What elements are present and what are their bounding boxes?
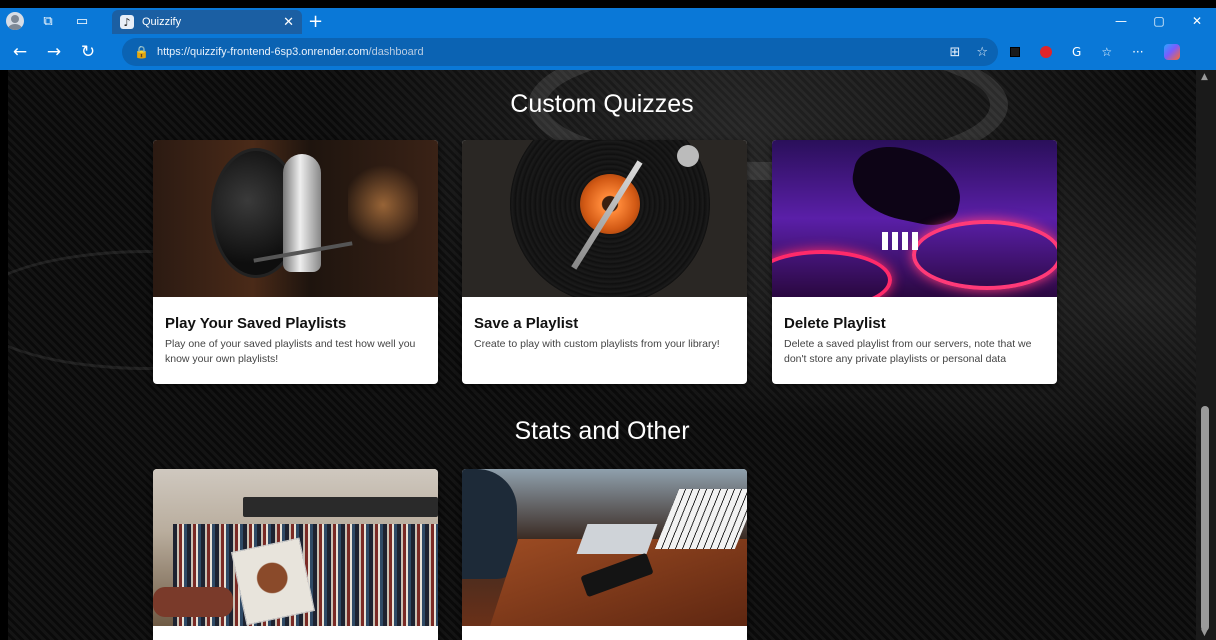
card-image-record-shelf bbox=[153, 469, 438, 626]
url-text: https://quizzify-frontend-6sp3.onrender.… bbox=[157, 46, 424, 58]
card-title: Delete Playlist bbox=[784, 315, 886, 332]
favorite-star-icon[interactable]: ☆ bbox=[976, 45, 988, 60]
card-description: Play one of your saved playlists and tes… bbox=[165, 338, 416, 365]
browser-toolbar: ← → ↻ 🔒 https://quizzify-frontend-6sp3.o… bbox=[0, 34, 1216, 70]
page-viewport: Custom Quizzes Play Your Saved Playlists… bbox=[8, 70, 1196, 640]
tab-title: Quizzify bbox=[142, 16, 182, 28]
card-body: Save a Playlist Create to play with cust… bbox=[462, 297, 747, 366]
card-body: Play Your Saved Playlists Play one of yo… bbox=[153, 297, 438, 381]
section-title-stats-and-other: Stats and Other bbox=[514, 417, 690, 445]
card-title: Play Your Saved Playlists bbox=[165, 315, 347, 332]
extensions-area: G ☆ ··· bbox=[1010, 34, 1180, 70]
url-path: /dashboard bbox=[368, 46, 424, 58]
favorites-icon[interactable]: ☆ bbox=[1101, 45, 1112, 59]
card-image-microphone bbox=[153, 140, 438, 297]
card-stats-records[interactable] bbox=[153, 469, 438, 640]
card-delete-playlist[interactable]: Delete Playlist Delete a saved playlist … bbox=[772, 140, 1057, 384]
url-main: https://quizzify-frontend-6sp3.onrender.… bbox=[156, 46, 369, 58]
card-image-studio-desk bbox=[462, 469, 747, 626]
scroll-down-arrow-icon[interactable]: ▼ bbox=[1201, 628, 1208, 638]
minimize-icon[interactable]: — bbox=[1102, 8, 1140, 34]
new-tab-button[interactable]: + bbox=[308, 11, 323, 32]
card-description: Delete a saved playlist from our servers… bbox=[784, 338, 1032, 365]
page-scrollbar[interactable]: ▲ ▼ bbox=[1196, 70, 1216, 640]
extension-red-icon[interactable] bbox=[1040, 46, 1052, 58]
browser-titlebar: ⧉ ▭ ♪ Quizzify ✕ + — ▢ ✕ bbox=[0, 8, 1216, 34]
address-bar-actions: ⊞ ☆ bbox=[949, 38, 988, 66]
close-window-icon[interactable]: ✕ bbox=[1178, 8, 1216, 34]
card-body: Delete Playlist Delete a saved playlist … bbox=[772, 297, 1057, 381]
tiktok-icon: ♪ bbox=[120, 15, 134, 29]
tab-quizzify[interactable]: ♪ Quizzify ✕ bbox=[112, 10, 302, 34]
workspaces-icon[interactable]: ⧉ bbox=[38, 11, 58, 31]
scroll-up-arrow-icon[interactable]: ▲ bbox=[1201, 72, 1208, 82]
more-menu-icon[interactable]: ··· bbox=[1132, 45, 1143, 59]
extension-square-icon[interactable] bbox=[1010, 47, 1020, 57]
extension-g-icon[interactable]: G bbox=[1072, 45, 1081, 59]
titlebar-left-controls: ⧉ ▭ bbox=[6, 8, 92, 34]
app-install-icon[interactable]: ⊞ bbox=[949, 45, 960, 60]
card-save-playlist[interactable]: Save a Playlist Create to play with cust… bbox=[462, 140, 747, 384]
back-arrow-icon[interactable]: ← bbox=[6, 38, 34, 66]
card-stats-studio[interactable] bbox=[462, 469, 747, 640]
restore-icon[interactable]: ▢ bbox=[1140, 8, 1178, 34]
profile-avatar-icon[interactable] bbox=[6, 12, 24, 30]
card-title: Save a Playlist bbox=[474, 315, 579, 332]
scrollbar-thumb[interactable] bbox=[1201, 406, 1209, 631]
copilot-icon[interactable] bbox=[1163, 44, 1180, 60]
card-image-dj-deck bbox=[772, 140, 1057, 297]
window-controls: — ▢ ✕ bbox=[1102, 8, 1216, 34]
tab-actions-icon[interactable]: ▭ bbox=[72, 11, 92, 31]
refresh-icon[interactable]: ↻ bbox=[74, 38, 102, 66]
card-image-turntable bbox=[462, 140, 747, 297]
card-description: Create to play with custom playlists fro… bbox=[474, 338, 720, 350]
close-tab-icon[interactable]: ✕ bbox=[283, 15, 294, 30]
lock-icon[interactable]: 🔒 bbox=[134, 45, 149, 59]
address-bar[interactable]: 🔒 https://quizzify-frontend-6sp3.onrende… bbox=[122, 38, 998, 66]
card-play-saved-playlists[interactable]: Play Your Saved Playlists Play one of yo… bbox=[153, 140, 438, 384]
forward-arrow-icon[interactable]: → bbox=[40, 38, 68, 66]
section-title-custom-quizzes: Custom Quizzes bbox=[510, 90, 694, 118]
